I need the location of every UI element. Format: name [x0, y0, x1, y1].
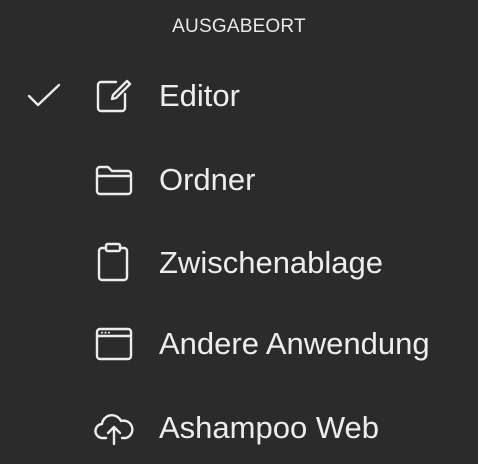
- menu-item-label: Ordner: [159, 162, 256, 197]
- menu-item-andere-anwendung[interactable]: Andere Anwendung: [0, 314, 478, 374]
- menu-item-ordner[interactable]: Ordner: [0, 150, 478, 210]
- menu-header: AUSGABEORT: [172, 16, 306, 37]
- menu-item-label: Zwischenablage: [159, 245, 384, 280]
- checkmark-icon: [26, 82, 62, 110]
- folder-icon: [94, 162, 134, 198]
- output-location-menu: AUSGABEORT Editor Ordner Zwischenablage …: [0, 0, 478, 464]
- menu-item-label: Editor: [159, 78, 240, 113]
- menu-item-zwischenablage[interactable]: Zwischenablage: [0, 233, 478, 293]
- menu-item-label: Ashampoo Web: [159, 410, 379, 445]
- menu-item-ashampoo-web[interactable]: Ashampoo Web: [0, 398, 478, 458]
- window-icon: [94, 326, 134, 362]
- edit-icon: [94, 78, 134, 114]
- menu-item-label: Andere Anwendung: [159, 326, 430, 361]
- clipboard-icon: [94, 242, 134, 282]
- cloud-upload-icon: [94, 410, 134, 446]
- menu-item-editor[interactable]: Editor: [0, 66, 478, 126]
